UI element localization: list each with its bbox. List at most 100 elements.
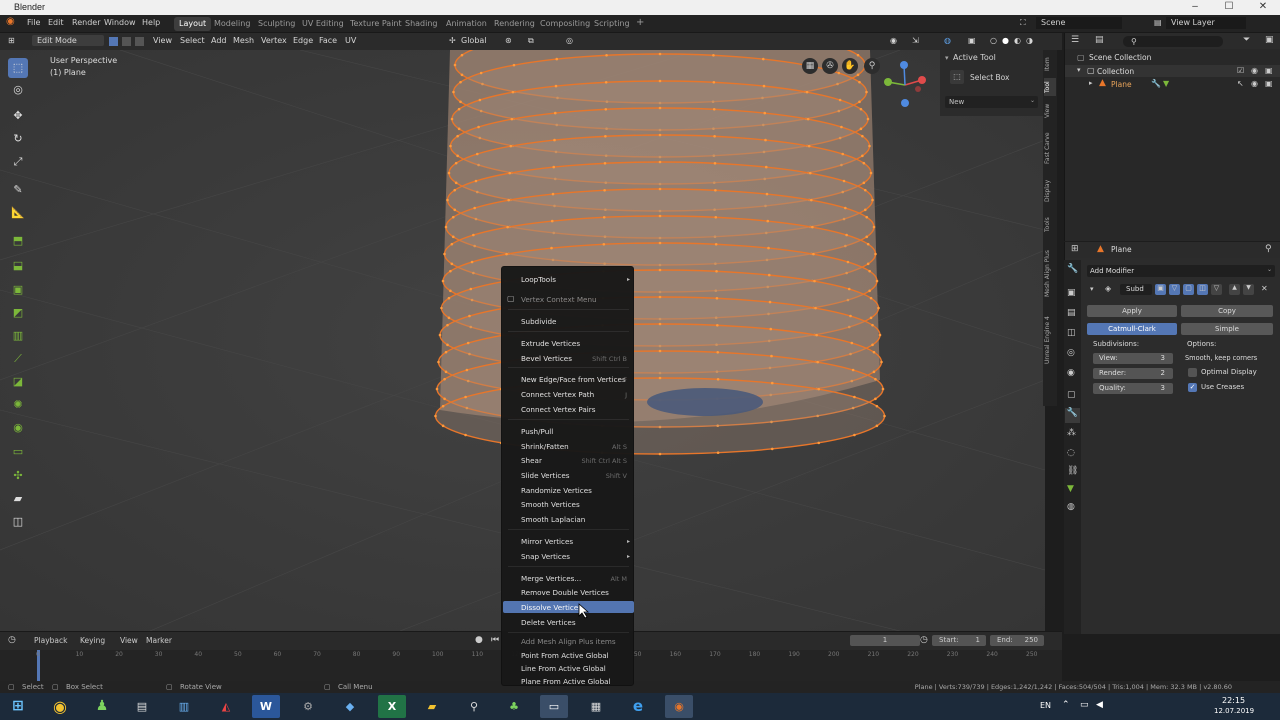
maximize-button[interactable]: ☐ [1212,0,1246,15]
menu-marker[interactable]: Marker [146,636,172,645]
tab-compositing[interactable]: Compositing [535,17,595,31]
excel-icon[interactable]: X [378,695,406,718]
current-frame-field[interactable]: 1 [850,635,920,646]
render-toggle-icon[interactable]: ◫ [1197,284,1208,295]
calendar-icon[interactable]: ▦ [582,695,610,718]
xray-icon[interactable]: ▣ [968,36,976,45]
chrome-icon[interactable]: ◉ [46,695,74,718]
menu-item-subdivide[interactable]: Subdivide [521,317,556,326]
apply-button[interactable]: Apply [1087,305,1177,317]
realtime-toggle-icon[interactable]: ▢ [1183,284,1194,295]
collapse-icon[interactable]: ▾ [945,54,949,62]
expand-icon[interactable]: ▸ [1089,79,1093,87]
menu-item-point-from-active-global[interactable]: Point From Active Global [521,651,609,660]
menu-vertex[interactable]: Vertex [261,36,287,45]
tab-rendering[interactable]: Rendering [489,17,540,31]
spin-tool-icon[interactable]: ✺ [8,395,28,415]
add-workspace-icon[interactable]: + [631,15,649,29]
quality-field[interactable]: Quality: 3 [1093,383,1173,394]
search-app-icon[interactable]: ⚲ [460,695,488,718]
modifier-tab-icon[interactable]: 🔧 [1065,408,1080,423]
menu-item-slide-vertices[interactable]: Slide Vertices [521,471,570,480]
editor-type-icon[interactable]: ◷ [8,635,16,645]
view-layer-selector[interactable]: View Layer [1166,17,1246,29]
shading-rendered-icon[interactable]: ◑ [1026,36,1033,45]
close-window-button[interactable]: ✕ [1246,0,1280,15]
inset-tool-icon[interactable]: ▣ [8,280,28,300]
edge-browser-icon[interactable]: e [624,695,652,718]
sidebar-tab-unreal-engine-4[interactable]: Unreal Engine 4 [1044,310,1056,370]
sidebar-tab-display[interactable]: Display [1044,174,1056,208]
menu-item-merge-vertices[interactable]: Merge Vertices... [521,574,581,583]
proportional-edit-icon[interactable]: ◎ [566,36,573,45]
vertex-select-icon[interactable] [109,37,118,46]
menu-item-shrink-fatten[interactable]: Shrink/Fatten [521,442,569,451]
app-green-icon[interactable]: ♟ [88,695,116,718]
constraints-tab-icon[interactable]: ⛓ [1067,466,1078,476]
menu-help[interactable]: Help [142,18,160,27]
material-tab-icon[interactable]: ◍ [1067,502,1075,512]
menu-item-new-edge-face-from-vertices[interactable]: New Edge/Face from Vertices [521,375,626,384]
move-up-icon[interactable]: ▲ [1229,284,1240,295]
menu-edge[interactable]: Edge [293,36,313,45]
camera-icon[interactable]: ▣ [1265,66,1273,75]
menu-item-connect-vertex-pairs[interactable]: Connect Vertex Pairs [521,405,596,414]
visibility-icon[interactable]: ◉ [890,36,897,45]
app-gear-icon[interactable]: ⚙ [294,695,322,718]
gizmo-icon[interactable]: ⇲ [912,36,919,45]
app-plant-icon[interactable]: ♣ [500,695,528,718]
record-icon[interactable]: ● [475,635,483,645]
add-cube-tool-icon[interactable]: ⬒ [8,231,28,251]
menu-file[interactable]: File [27,18,40,27]
pin-icon[interactable]: ⚲ [1265,244,1272,254]
on-cage-toggle-icon[interactable]: ▽ [1169,284,1180,295]
menu-item-bevel-vertices[interactable]: Bevel Vertices [521,354,572,363]
exclude-checkbox-icon[interactable]: ☑ [1237,66,1244,75]
menu-view[interactable]: View [153,36,172,45]
menu-item-plane-from-active-global[interactable]: Plane From Active Global [521,677,611,686]
filter-icon[interactable]: ⏷ [1243,35,1250,45]
menu-item-extrude-vertices[interactable]: Extrude Vertices [521,339,580,348]
menu-face[interactable]: Face [319,36,337,45]
tab-layout[interactable]: Layout [174,17,212,31]
render-levels-field[interactable]: Render: 2 [1093,368,1173,379]
windows-start-icon[interactable]: ⊞ [4,695,32,718]
camera-icon[interactable]: ▣ [1265,79,1273,88]
start-frame-field[interactable]: Start: 1 [932,635,986,646]
menu-item-dissolve-vertices[interactable]: Dissolve Vertices [521,603,582,612]
app-icon[interactable]: ▤ [128,695,156,718]
menu-uv[interactable]: UV [345,36,356,45]
face-select-icon[interactable] [135,37,144,46]
volume-icon[interactable]: ◀ [1096,700,1103,710]
modifier-name-field[interactable]: Subd [1120,284,1152,295]
sidebar-tab-item[interactable]: Item [1044,54,1056,74]
editor-type-icon[interactable]: ⊞ [8,36,15,45]
menu-item-line-from-active-global[interactable]: Line From Active Global [521,664,606,673]
terminal-icon[interactable]: ▭ [540,695,568,718]
optimal-display-checkbox[interactable] [1188,368,1197,377]
clock-time[interactable]: 22:15 [1222,696,1245,705]
sidebar-tab-tools[interactable]: Tools [1044,212,1056,238]
pivot-icon[interactable]: ⊛ [505,36,512,45]
collapse-icon[interactable]: ▾ [1090,285,1094,293]
data-tab-icon[interactable]: ▼ [1067,484,1074,494]
folder-icon[interactable]: ▰ [418,695,446,718]
overlay-icon[interactable]: ◍ [944,36,951,45]
network-icon[interactable]: ▭ [1080,700,1089,710]
display-mode-icon[interactable]: ▤ [1095,35,1104,45]
menu-item-delete-vertices[interactable]: Delete Vertices [521,618,576,627]
select-toggle-icon[interactable]: ↖ [1237,79,1244,88]
smooth-tool-icon[interactable]: ◉ [8,418,28,438]
menu-item-mirror-vertices[interactable]: Mirror Vertices [521,537,573,546]
view-levels-field[interactable]: View: 3 [1093,353,1173,364]
grid-view-icon[interactable]: ▦ [802,58,818,74]
shading-wireframe-icon[interactable]: ○ [990,36,997,45]
shear-tool-icon[interactable]: ▰ [8,489,28,509]
axis-gizmo[interactable] [878,55,938,115]
outliner-search-icon[interactable]: ⚲ [1123,36,1223,47]
menu-timeline-view[interactable]: View [120,636,138,645]
scene-selector[interactable]: Scene [1036,17,1122,29]
tab-modeling[interactable]: Modeling [209,17,255,31]
measure-tool-icon[interactable]: 📐 [8,203,28,223]
pan-hand-icon[interactable]: ✋ [842,58,858,74]
